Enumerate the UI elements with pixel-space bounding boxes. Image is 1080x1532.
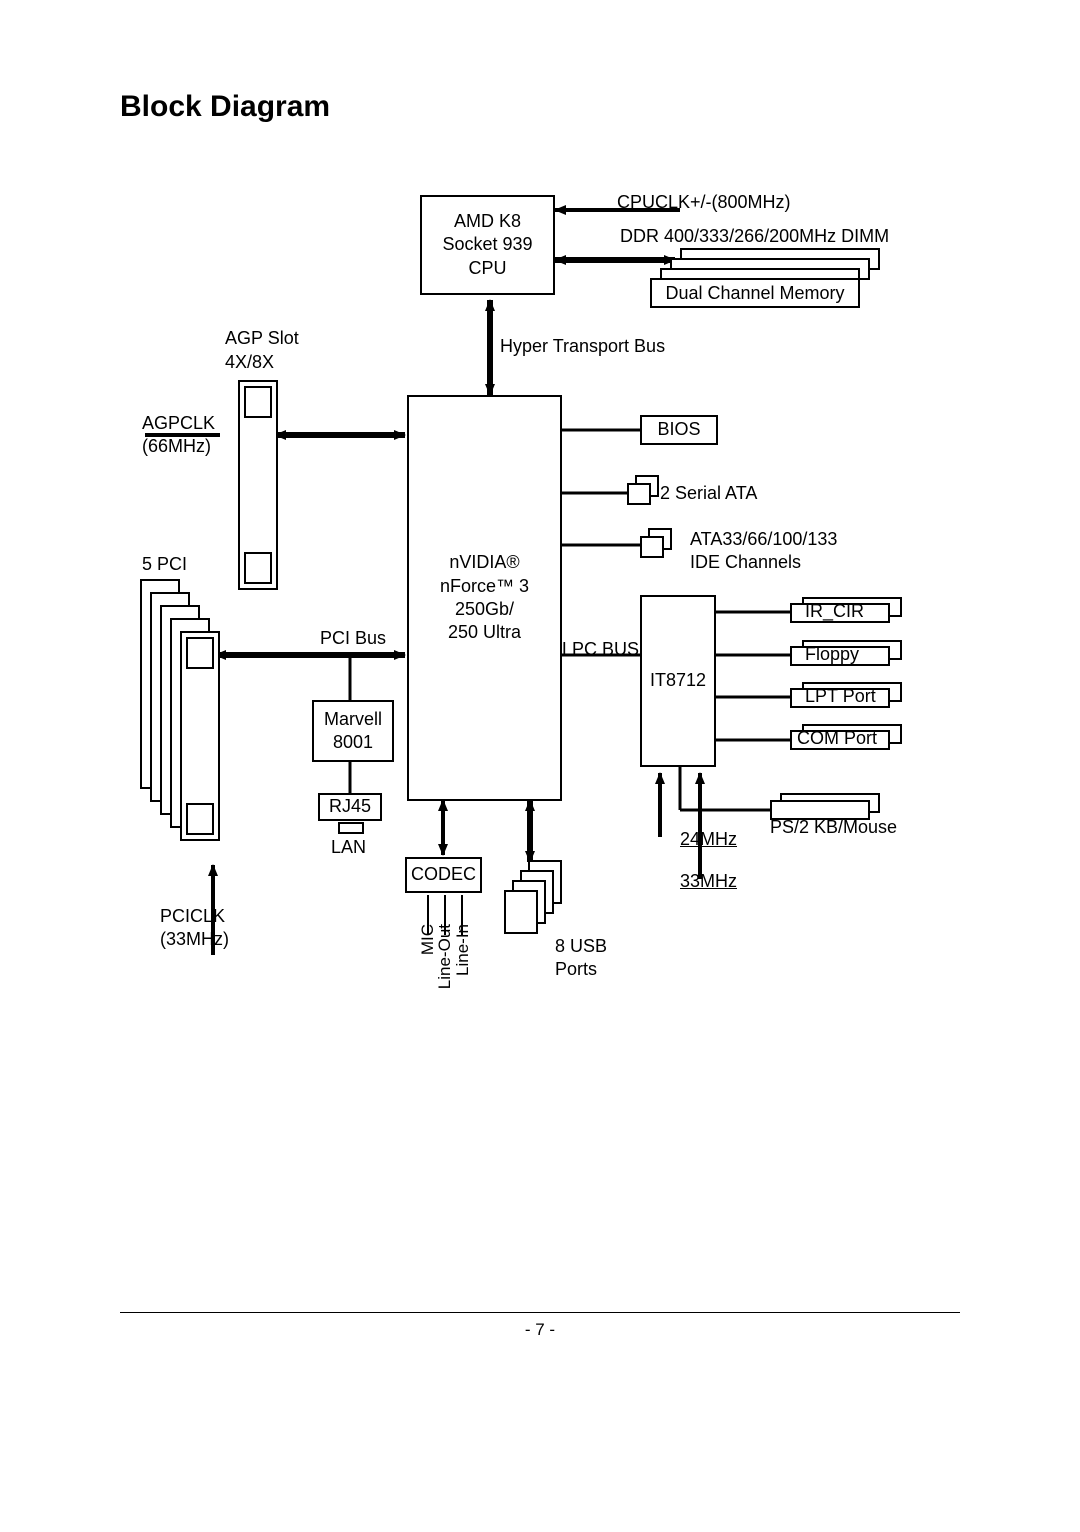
marvell-box: Marvell 8001 — [312, 700, 394, 762]
pcibus-label: PCI Bus — [320, 627, 386, 650]
rj45-label: RJ45 — [329, 795, 371, 818]
marvell-line1: Marvell — [324, 708, 382, 731]
usb-4 — [504, 890, 538, 934]
audio-lineout: Line-Out — [435, 924, 455, 989]
pciclk-line2: (33MHz) — [160, 928, 229, 951]
agp-slot-label-2: 4X/8X — [225, 351, 274, 374]
agp-slot-inner-1 — [244, 386, 272, 418]
hypertransport-label: Hyper Transport Bus — [500, 335, 665, 358]
audio-linein: Line-In — [453, 924, 473, 976]
clk33-label: 33MHz — [680, 870, 737, 893]
cpuclk-label: CPUCLK+/-(800MHz) — [617, 191, 791, 214]
com-label: COM Port — [797, 727, 877, 750]
codec-box: CODEC — [405, 857, 482, 893]
bios-box: BIOS — [640, 415, 718, 445]
page-number: - 7 - — [0, 1320, 1080, 1340]
chipset-line1: nVIDIA® — [449, 551, 519, 574]
agp-slot-label-1: AGP Slot — [225, 327, 299, 350]
ata-line2: IDE Channels — [690, 551, 801, 574]
agpclk-line1: AGPCLK — [142, 412, 215, 435]
clk24-label: 24MHz — [680, 828, 737, 851]
pciclk-line1: PCICLK — [160, 905, 225, 928]
ata-line1: ATA33/66/100/133 — [690, 528, 837, 551]
pci-inner-1 — [186, 637, 214, 669]
chipset-line3: 250Gb/ — [455, 598, 514, 621]
lan-label: LAN — [331, 836, 366, 859]
chipset-line4: 250 Ultra — [448, 621, 521, 644]
usb-line2: Ports — [555, 958, 597, 981]
dual-channel-label: Dual Channel Memory — [665, 283, 844, 304]
pci-inner-2 — [186, 803, 214, 835]
codec-label: CODEC — [411, 863, 476, 886]
ir-label: IR_CIR — [805, 600, 864, 623]
agpclk-line2: (66MHz) — [142, 435, 211, 458]
agp-slot-inner-2 — [244, 552, 272, 584]
rj45-box: RJ45 — [318, 793, 382, 821]
rj45-connector — [338, 822, 364, 834]
chipset-box: nVIDIA® nForce™ 3 250Gb/ 250 Ultra — [407, 395, 562, 801]
ps2-label: PS/2 KB/Mouse — [770, 816, 897, 839]
sata-stack-2 — [627, 483, 651, 505]
dimm-4: Dual Channel Memory — [650, 278, 860, 308]
lpc-label: LPC BUS — [562, 638, 639, 661]
floppy-label: Floppy — [805, 643, 859, 666]
bios-label: BIOS — [657, 418, 700, 441]
cpu-line3: CPU — [468, 257, 506, 280]
page: Block Diagram — [0, 0, 1080, 1532]
chipset-line2: nForce™ 3 — [440, 575, 529, 598]
footer-line — [120, 1312, 960, 1313]
ide-stack-2 — [640, 536, 664, 558]
cpu-line1: AMD K8 — [454, 210, 521, 233]
cpu-box: AMD K8 Socket 939 CPU — [420, 195, 555, 295]
lpt-label: LPT Port — [805, 685, 876, 708]
it8712-label: IT8712 — [650, 669, 706, 692]
marvell-line2: 8001 — [333, 731, 373, 754]
usb-line1: 8 USB — [555, 935, 607, 958]
pci5-label: 5 PCI — [142, 553, 187, 576]
cpu-line2: Socket 939 — [442, 233, 532, 256]
it8712-box: IT8712 — [640, 595, 716, 767]
sata-label: 2 Serial ATA — [660, 482, 757, 505]
ddr-label: DDR 400/333/266/200MHz DIMM — [620, 225, 889, 248]
